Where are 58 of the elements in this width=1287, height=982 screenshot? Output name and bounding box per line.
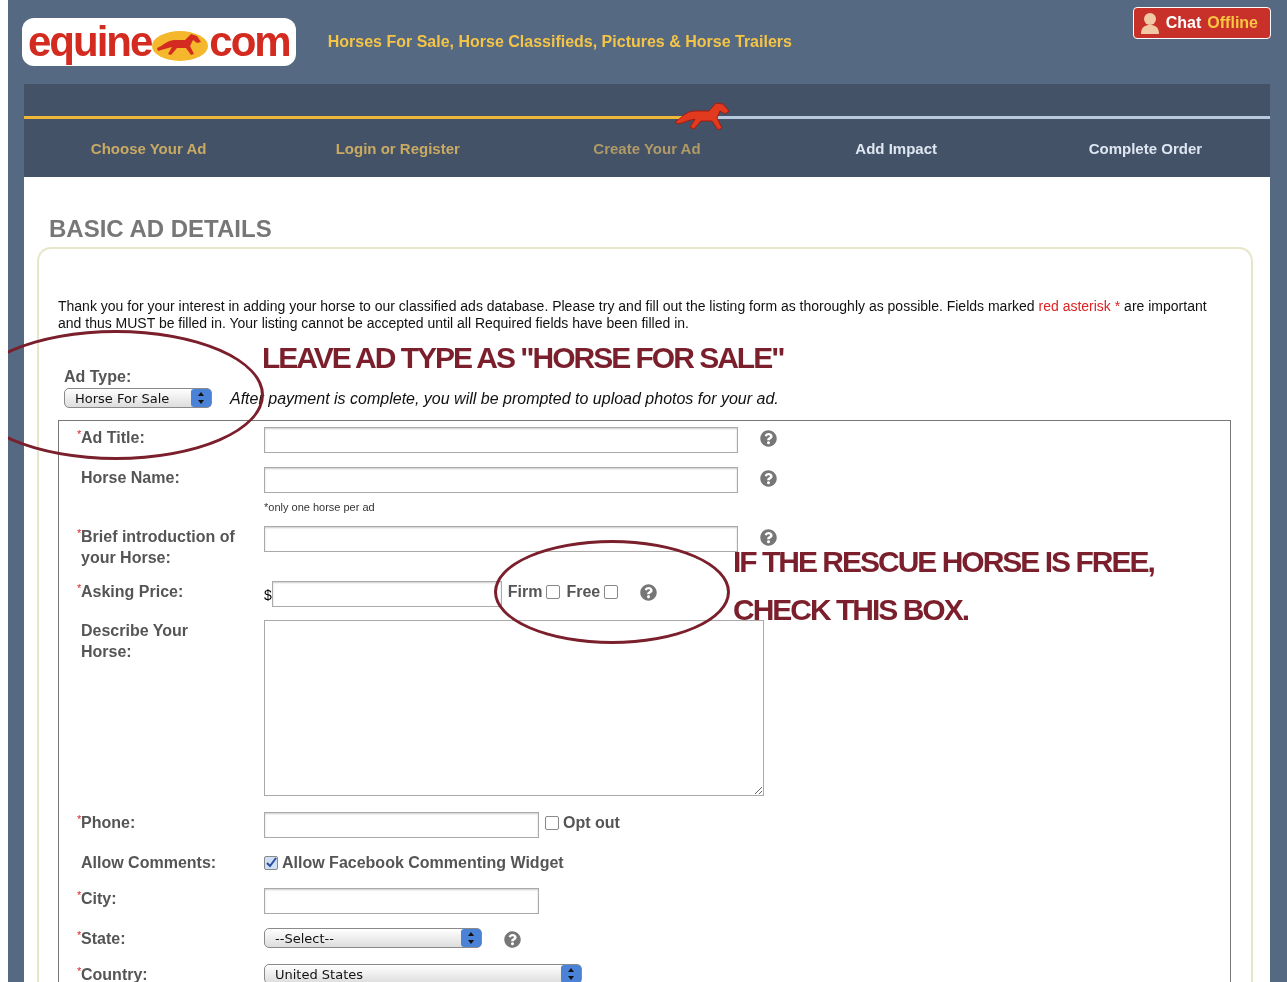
step-link[interactable]: Choose Your Ad	[90, 140, 207, 157]
annotation-text: IF THE RESCUE HORSE IS FREE, CHECK THIS BOX.	[733, 544, 1155, 628]
text-field[interactable]	[264, 467, 738, 493]
checkbox-option[interactable]: Free	[566, 583, 619, 601]
field-label: Brief introduction of your Horse:	[81, 527, 236, 568]
updown-arrows-icon	[191, 389, 211, 407]
chat-button[interactable]: Chat Offline	[1132, 7, 1271, 39]
required-asterisk: *	[77, 581, 81, 594]
required-asterisk: *	[77, 928, 81, 941]
help-icon[interactable]	[640, 584, 658, 601]
ad-type-select[interactable]: Horse For Sale	[64, 388, 212, 408]
field-label: Asking Price:	[81, 582, 185, 602]
logo[interactable]: equine com	[22, 18, 296, 66]
checkbox[interactable]	[546, 585, 561, 599]
annotation-text: LEAVE AD TYPE AS "HORSE FOR SALE"	[262, 340, 784, 376]
required-asterisk: *	[77, 427, 81, 440]
text-field[interactable]	[264, 812, 539, 838]
intro-text: Thank you for your interest in adding your horse to our classified ads database. Please try and fill out the listing form as thoroughly as possible. Fields marked red asterisk * are important and thus MUST be filled in. Your listing cannot be accepted until all Required fields have been filled in.	[58, 298, 1208, 332]
help-icon[interactable]	[760, 430, 777, 447]
checkbox-option[interactable]: Opt out	[545, 814, 620, 832]
help-icon[interactable]	[760, 470, 777, 487]
step-link[interactable]: Add Impact	[855, 140, 938, 157]
help-icon[interactable]	[504, 931, 521, 948]
required-asterisk: *	[77, 526, 81, 539]
tagline: Horses For Sale, Horse Classifieds, Pictures & Horse Trailers	[327, 33, 793, 51]
updown-arrows-icon	[461, 929, 481, 947]
field-label: Horse Name:	[81, 468, 181, 488]
ad-type-label: Ad Type:	[64, 368, 133, 386]
select-dropdown[interactable]: United States	[264, 964, 582, 982]
person-icon	[1139, 12, 1160, 34]
price-field[interactable]	[271, 581, 502, 607]
required-asterisk: *	[77, 964, 81, 977]
step-link[interactable]: Login or Register	[335, 140, 460, 157]
currency-sign: $	[264, 587, 272, 603]
select-dropdown[interactable]: --Select--	[264, 928, 482, 948]
field-label: Describe Your Horse:	[81, 621, 189, 662]
description-textarea[interactable]	[264, 620, 764, 796]
required-asterisk: *	[77, 812, 81, 825]
field-label: Allow Comments:	[81, 853, 218, 873]
help-icon[interactable]	[760, 529, 777, 546]
field-label: City:	[81, 889, 118, 909]
field-note: *only one horse per ad	[264, 501, 375, 513]
checkbox[interactable]	[264, 856, 278, 870]
field-label: Phone:	[81, 813, 137, 833]
checkbox-option[interactable]: Allow Facebook Commenting Widget	[264, 854, 564, 872]
checkbox[interactable]	[604, 585, 619, 599]
text-field[interactable]	[264, 427, 738, 453]
step-link[interactable]: Complete Order	[1088, 140, 1203, 157]
text-field[interactable]	[264, 526, 738, 552]
field-label: State:	[81, 929, 127, 949]
checkbox-option[interactable]: Firm	[507, 583, 561, 601]
checkmark-icon	[265, 857, 277, 869]
section-title: BASIC AD DETAILS	[48, 214, 273, 243]
required-asterisk: *	[77, 888, 81, 901]
checkbox[interactable]	[545, 816, 559, 830]
updown-arrows-icon	[561, 965, 581, 982]
text-field[interactable]	[264, 888, 539, 914]
field-label: Ad Title:	[81, 428, 146, 448]
